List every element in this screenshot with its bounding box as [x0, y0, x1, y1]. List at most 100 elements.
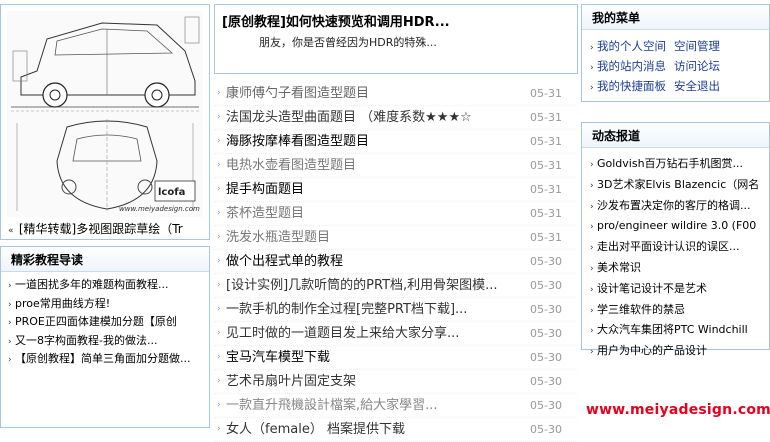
article-title[interactable]: 一款手机的制作全过程[完整PRT档下载]... — [226, 298, 467, 321]
drawing-watermark: www.meiyadesign.com — [119, 205, 200, 213]
arrow-icon: › — [8, 299, 12, 310]
arrow-icon: › — [590, 284, 594, 295]
arrow-icon: › — [590, 305, 594, 316]
news-item[interactable]: › 大众汽车集团将PTC Windchill — [590, 320, 770, 341]
article-title[interactable]: 见工时做的一道题目发上来给大家分享... — [226, 322, 459, 345]
article-row[interactable]: › 宝马汽车模型下载 05-30 — [214, 346, 578, 370]
my-space-link[interactable]: 我的个人空间 — [597, 39, 666, 53]
arrow-icon: › — [217, 352, 221, 362]
guide-item-text: 一道困扰多年的难题构面教程... — [15, 278, 169, 291]
article-date: 05-30 — [530, 255, 562, 268]
arrow-icon: › — [590, 180, 594, 191]
headline-summary: 朋友，你是否曾经因为HDR的特殊... — [259, 36, 437, 49]
article-title[interactable]: 海豚按摩棒看图造型题目 — [226, 130, 369, 153]
news-item-text: 沙发布置决定你的客厅的格调... — [597, 198, 751, 212]
article-row[interactable]: › 洗发水瓶造型题目 05-31 — [214, 226, 578, 250]
news-item-text: 美术常识 — [597, 260, 641, 274]
arrow-icon: › — [217, 232, 221, 242]
arrow-icon: › — [8, 318, 12, 328]
article-row[interactable]: › 一款手机的制作全过程[完整PRT档下载]... 05-30 — [214, 298, 578, 322]
news-item-text: 设计笔记设计不是艺术 — [597, 281, 707, 295]
article-date: 05-31 — [530, 111, 562, 124]
news-item[interactable]: › Goldvish百万钻石手机图赏... — [590, 154, 770, 175]
news-item[interactable]: › 美术常识 — [590, 258, 770, 279]
arrow-icon: › — [590, 263, 594, 274]
article-title[interactable]: [设计实例]几款听筒的的PRT档,利用骨架图模... — [226, 274, 498, 297]
article-row[interactable]: › [设计实例]几款听筒的的PRT档,利用骨架图模... 05-30 — [214, 274, 578, 298]
arrow-icon: › — [8, 355, 12, 365]
article-row[interactable]: › 做个出程式单的教程 05-30 — [214, 250, 578, 274]
arrow-icon: › — [590, 326, 594, 337]
article-date: 05-30 — [530, 399, 562, 412]
guide-item[interactable]: › 一道困扰多年的难题构面教程... — [8, 276, 206, 295]
my-menu-title: 我的菜单 — [582, 5, 769, 30]
article-title[interactable]: 茶杯造型题目 — [226, 202, 304, 225]
arrow-icon: › — [590, 347, 594, 358]
article-row[interactable]: › 女人（female） 档案提供下载 05-30 — [214, 418, 578, 442]
article-date: 05-30 — [530, 279, 562, 292]
article-title[interactable]: 洗发水瓶造型题目 — [226, 226, 330, 249]
news-item[interactable]: › 设计笔记设计不是艺术 — [590, 279, 770, 300]
news-item[interactable]: › 走出对平面设计认识的误区... — [590, 237, 770, 258]
article-title[interactable]: 做个出程式单的教程 — [226, 250, 343, 273]
article-row[interactable]: › 电热水壶看图造型题目 05-31 — [214, 154, 578, 178]
news-item[interactable]: › 学三维软件的禁忌 — [590, 300, 770, 321]
article-row[interactable]: › 康师傅勺子看图造型题目 05-31 — [214, 82, 578, 106]
guide-list: › 一道困扰多年的难题构面教程... › proe常用曲线方程! › PROE正四面体… — [1, 276, 209, 369]
article-row[interactable]: › 茶杯造型题目 05-31 — [214, 202, 578, 226]
arrow-icon: › — [217, 112, 221, 122]
arrow-icon: › — [217, 160, 221, 170]
article-title[interactable]: 女人（female） 档案提供下载 — [226, 418, 405, 441]
article-date: 05-31 — [530, 87, 562, 100]
article-title[interactable]: 提手构面题目 — [226, 178, 304, 201]
arrow-icon: › — [590, 243, 594, 254]
guide-item-text: 又一8字构面教程-我的做法... — [15, 333, 158, 347]
news-title: 动态报道 — [582, 123, 769, 148]
article-title[interactable]: 电热水壶看图造型题目 — [226, 154, 356, 177]
guide-item[interactable]: › 【原创教程】简单三角面加分题做... — [8, 350, 206, 369]
visit-forum-link[interactable]: 访问论坛 — [674, 59, 720, 73]
arrow-icon: › — [8, 336, 12, 347]
article-row[interactable]: › 艺术吊扇叶片固定支架 05-30 — [214, 370, 578, 394]
news-item[interactable]: › 沙发布置决定你的客厅的格调... — [590, 196, 770, 217]
guide-item[interactable]: › proe常用曲线方程! — [8, 295, 206, 314]
tutorial-guide-panel: 精彩教程导读 › 一道困扰多年的难题构面教程... › proe常用曲线方程! › P… — [0, 246, 210, 428]
article-row[interactable]: › 提手构面题目 05-31 — [214, 178, 578, 202]
arrow-icon: › — [217, 208, 221, 218]
article-date: 05-31 — [530, 207, 562, 220]
arrow-icon: › — [590, 222, 594, 233]
arrow-icon: › — [590, 160, 594, 170]
svg-text:lcofa: lcofa — [158, 187, 185, 198]
site-watermark: www.meiyadesign.com — [586, 402, 770, 418]
guide-item[interactable]: › PROE正四面体建模加分题【原创 — [8, 313, 206, 332]
arrow-icon: › — [590, 43, 594, 53]
featured-caption[interactable]: « [精华转载]多视图跟踪草绘（Tr — [8, 220, 204, 237]
my-messages-link[interactable]: 我的站内消息 — [597, 59, 666, 73]
news-list: › Goldvish百万钻石手机图赏... › 3D艺术家Elvis Blazenc… — [582, 154, 769, 362]
article-row[interactable]: › 海豚按摩棒看图造型题目 05-31 — [214, 130, 578, 154]
caption-arrow-icon: « — [8, 226, 14, 236]
space-admin-link[interactable]: 空间管理 — [674, 39, 720, 53]
article-title[interactable]: 宝马汽车模型下载 — [226, 346, 330, 369]
guide-item[interactable]: › 又一8字构面教程-我的做法... — [8, 332, 206, 351]
article-title[interactable]: 康师傅勺子看图造型题目 — [226, 82, 369, 105]
article-title[interactable]: 一款直升飛機設計檔案,給大家學習... — [226, 394, 438, 417]
news-item-text: 用户为中心的产品设计 — [597, 344, 707, 358]
car-drawing-thumbnail[interactable]: lcofa www.meiyadesign.com — [7, 11, 203, 217]
arrow-icon: › — [217, 136, 221, 146]
quick-panel-link[interactable]: 我的快捷面板 — [597, 79, 666, 93]
logout-link[interactable]: 安全退出 — [674, 79, 720, 93]
article-title[interactable]: 法国龙头造型曲面题目 （难度系数★★★☆ — [226, 106, 472, 129]
headline-title[interactable]: [原创教程]如何快速预览和调用HDR... — [222, 11, 450, 30]
article-title[interactable]: 艺术吊扇叶片固定支架 — [226, 370, 356, 393]
news-item[interactable]: › 3D艺术家Elvis Blazencic（网名 — [590, 175, 770, 196]
news-item[interactable]: › 用户为中心的产品设计 — [590, 341, 770, 362]
news-item[interactable]: › pro/engineer wildire 3.0 (F00 — [590, 216, 770, 237]
news-item-text: 3D艺术家Elvis Blazencic（网名 — [597, 177, 760, 191]
article-row[interactable]: › 法国龙头造型曲面题目 （难度系数★★★☆ 05-31 — [214, 106, 578, 130]
latest-articles-list: › 康师傅勺子看图造型题目 05-31 › 法国龙头造型曲面题目 （难度系数★★★☆ 05… — [214, 82, 578, 442]
featured-panel: lcofa www.meiyadesign.com « [精华转载]多视图跟踪草… — [0, 4, 210, 240]
featured-caption-text: [精华转载]多视图跟踪草绘（Tr — [18, 222, 183, 236]
article-row[interactable]: › 一款直升飛機設計檔案,給大家學習... 05-30 — [214, 394, 578, 418]
article-row[interactable]: › 见工时做的一道题目发上来给大家分享... 05-30 — [214, 322, 578, 346]
